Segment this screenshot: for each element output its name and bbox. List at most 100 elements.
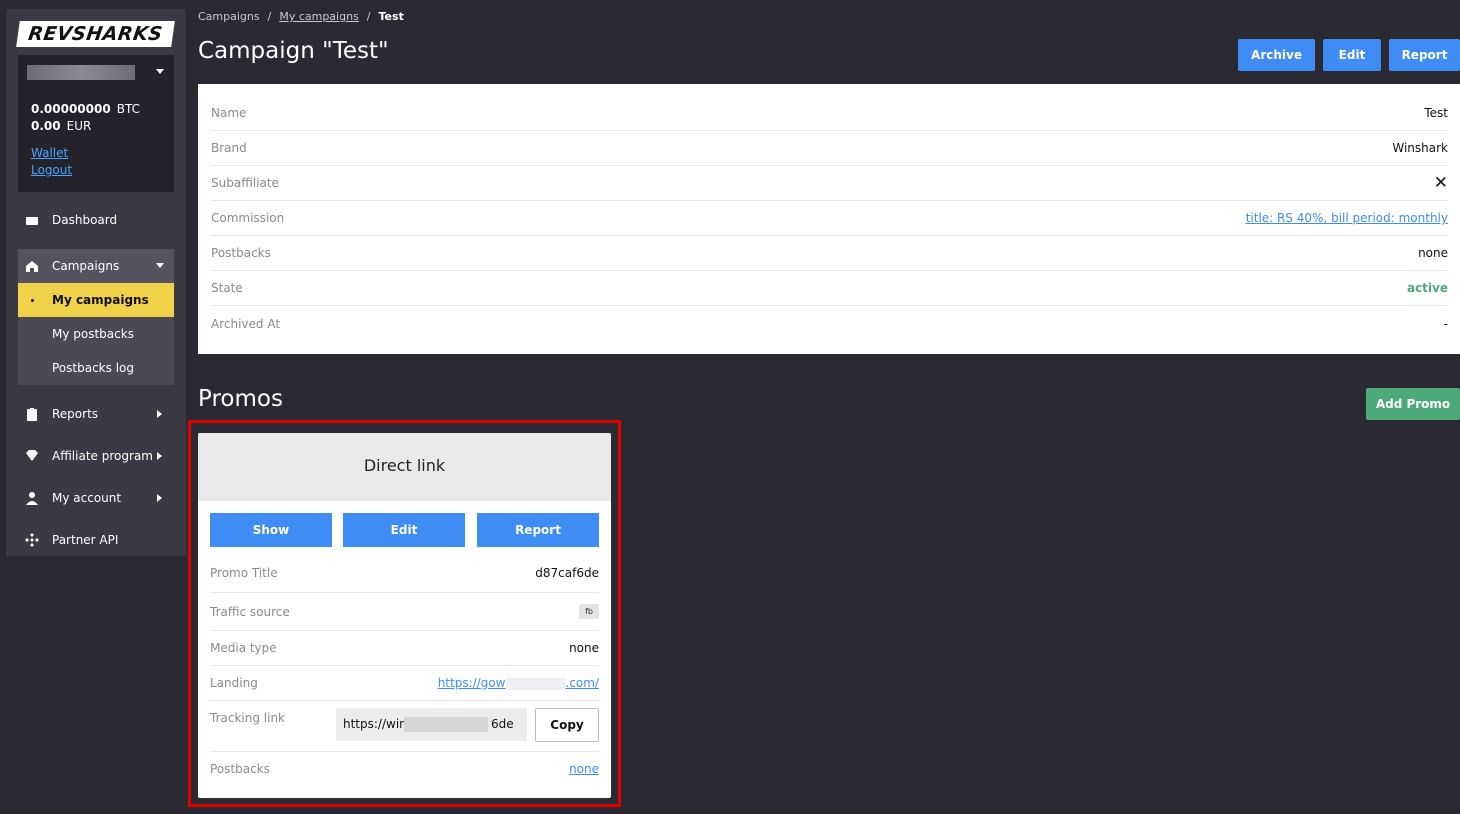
chevron-right-icon xyxy=(157,494,162,502)
logout-link[interactable]: Logout xyxy=(31,162,161,179)
dashboard-icon xyxy=(26,215,38,225)
edit-button[interactable]: Edit xyxy=(1323,39,1381,71)
commission-link[interactable]: title: RS 40%, bill period: monthly xyxy=(1246,211,1448,225)
balance-panel: 0.00000000 BTC 0.00 EUR Wallet Logout xyxy=(18,89,174,192)
tracking-redacted xyxy=(404,717,488,732)
landing-prefix: https://gow xyxy=(437,676,506,690)
eur-amount: 0.00 xyxy=(31,119,61,133)
detail-row-state: State active xyxy=(211,271,1448,306)
user-icon xyxy=(26,492,38,505)
promo-report-button[interactable]: Report xyxy=(477,513,599,547)
breadcrumb: Campaigns / My campaigns / Test xyxy=(198,10,404,23)
archive-button[interactable]: Archive xyxy=(1238,39,1315,71)
diamond-icon xyxy=(26,450,38,461)
breadcrumb-separator: / xyxy=(366,10,371,23)
tracking-link-field[interactable]: https://wins 6de xyxy=(336,708,527,741)
campaigns-submenu: My campaigns My postbacks Postbacks log xyxy=(18,283,174,385)
detail-label: Name xyxy=(211,106,247,120)
btc-balance: 0.00000000 BTC xyxy=(31,101,161,118)
promo-row-landing: Landing https://gow .com/ xyxy=(210,666,599,701)
promo-row-traffic-source: Traffic source fb xyxy=(210,593,599,631)
promo-value: none xyxy=(569,641,599,655)
detail-row-postbacks: Postbacks none xyxy=(211,236,1448,271)
detail-label: Brand xyxy=(211,141,247,155)
detail-value: none xyxy=(1418,246,1448,260)
detail-label: Archived At xyxy=(211,316,281,331)
detail-row-brand: Brand Winshark xyxy=(211,131,1448,166)
promo-show-button[interactable]: Show xyxy=(210,513,332,547)
sidebar-item-my-campaigns[interactable]: My campaigns xyxy=(18,283,174,317)
detail-row-subaffiliate: Subaffiliate ✕ xyxy=(211,166,1448,201)
sidebar-item-postbacks-log[interactable]: Postbacks log xyxy=(18,351,174,385)
wallet-link[interactable]: Wallet xyxy=(31,145,161,162)
detail-value: Test xyxy=(1424,106,1448,120)
page-title: Campaign "Test" xyxy=(198,38,389,64)
tracking-suffix: 6de xyxy=(491,717,514,731)
eur-balance: 0.00 EUR xyxy=(31,118,161,135)
report-button[interactable]: Report xyxy=(1389,39,1460,71)
copy-button[interactable]: Copy xyxy=(535,708,599,742)
detail-row-name: Name Test xyxy=(211,96,1448,131)
detail-row-archived-at: Archived At - xyxy=(211,306,1448,341)
sidebar-item-partner-api[interactable]: Partner API xyxy=(18,519,174,561)
promo-value: d87caf6de xyxy=(535,565,599,580)
home-icon xyxy=(26,261,38,272)
sidebar-label: Campaigns xyxy=(52,259,120,273)
chevron-down-icon xyxy=(156,263,164,268)
sidebar-item-affiliate-program[interactable]: Affiliate program xyxy=(18,435,174,477)
account-name-redacted xyxy=(27,65,135,80)
sidebar-item-my-postbacks[interactable]: My postbacks xyxy=(18,317,174,351)
landing-link[interactable]: https://gow .com/ xyxy=(438,676,599,690)
detail-row-commission: Commission title: RS 40%, bill period: m… xyxy=(211,201,1448,236)
api-nodes-icon xyxy=(25,533,39,547)
sidebar-item-my-account[interactable]: My account xyxy=(18,477,174,519)
sidebar-nav: Dashboard Campaigns My campaigns My post… xyxy=(18,199,174,561)
sidebar-label: Reports xyxy=(52,407,99,421)
promo-label: Traffic source xyxy=(210,604,290,619)
landing-suffix: .com/ xyxy=(565,676,600,690)
eur-currency: EUR xyxy=(66,119,92,133)
detail-label: Postbacks xyxy=(211,246,271,260)
detail-label: State xyxy=(211,281,243,295)
sidebar-label: My account xyxy=(52,491,122,505)
breadcrumb-my-campaigns[interactable]: My campaigns xyxy=(279,10,358,23)
promo-card-title: Direct link xyxy=(198,433,611,501)
traffic-source-tag: fb xyxy=(579,604,599,619)
sidebar-item-campaigns[interactable]: Campaigns xyxy=(18,249,174,283)
state-badge: active xyxy=(1406,281,1448,295)
close-x-icon: ✕ xyxy=(1433,173,1448,193)
tracking-prefix: https://wins xyxy=(343,717,414,731)
add-promo-button[interactable]: Add Promo xyxy=(1366,388,1460,420)
btc-amount: 0.00000000 xyxy=(31,102,111,116)
promo-label: Promo Title xyxy=(210,565,278,580)
promo-label: Tracking link xyxy=(210,711,285,725)
sidebar-label: My campaigns xyxy=(52,293,149,307)
promos-heading: Promos xyxy=(198,386,283,412)
detail-label: Commission xyxy=(211,211,285,225)
account-select[interactable] xyxy=(18,55,174,89)
sidebar: REVSHARKS 0.00000000 BTC 0.00 EUR Wallet L… xyxy=(6,9,186,556)
promo-label: Media type xyxy=(210,641,277,655)
bullet-icon xyxy=(31,299,34,302)
clipboard-icon xyxy=(27,408,37,421)
detail-label: Subaffiliate xyxy=(211,176,279,190)
promo-edit-button[interactable]: Edit xyxy=(343,513,465,547)
promo-row-tracking-link: Tracking link https://wins 6de Copy xyxy=(210,701,599,752)
sidebar-item-reports[interactable]: Reports xyxy=(18,393,174,435)
promo-row-media-type: Media type none xyxy=(210,631,599,666)
postbacks-link[interactable]: none xyxy=(569,762,599,776)
sidebar-label: Postbacks log xyxy=(52,361,134,375)
sidebar-label: My postbacks xyxy=(52,327,134,341)
breadcrumb-separator: / xyxy=(267,10,272,23)
revsharks-logo[interactable]: REVSHARKS xyxy=(16,21,175,47)
detail-value: Winshark xyxy=(1392,141,1448,155)
campaign-details-card: Name Test Brand Winshark Subaffiliate ✕ … xyxy=(198,84,1460,354)
breadcrumb-campaigns[interactable]: Campaigns xyxy=(198,10,260,23)
chevron-right-icon xyxy=(157,452,162,460)
sidebar-label: Partner API xyxy=(52,533,119,547)
promo-label: Landing xyxy=(210,676,258,690)
promo-label: Postbacks xyxy=(210,762,270,776)
caret-down-icon xyxy=(156,69,164,74)
sidebar-item-dashboard[interactable]: Dashboard xyxy=(18,199,174,241)
promo-card: Direct link Show Edit Report Promo Title… xyxy=(198,433,611,798)
